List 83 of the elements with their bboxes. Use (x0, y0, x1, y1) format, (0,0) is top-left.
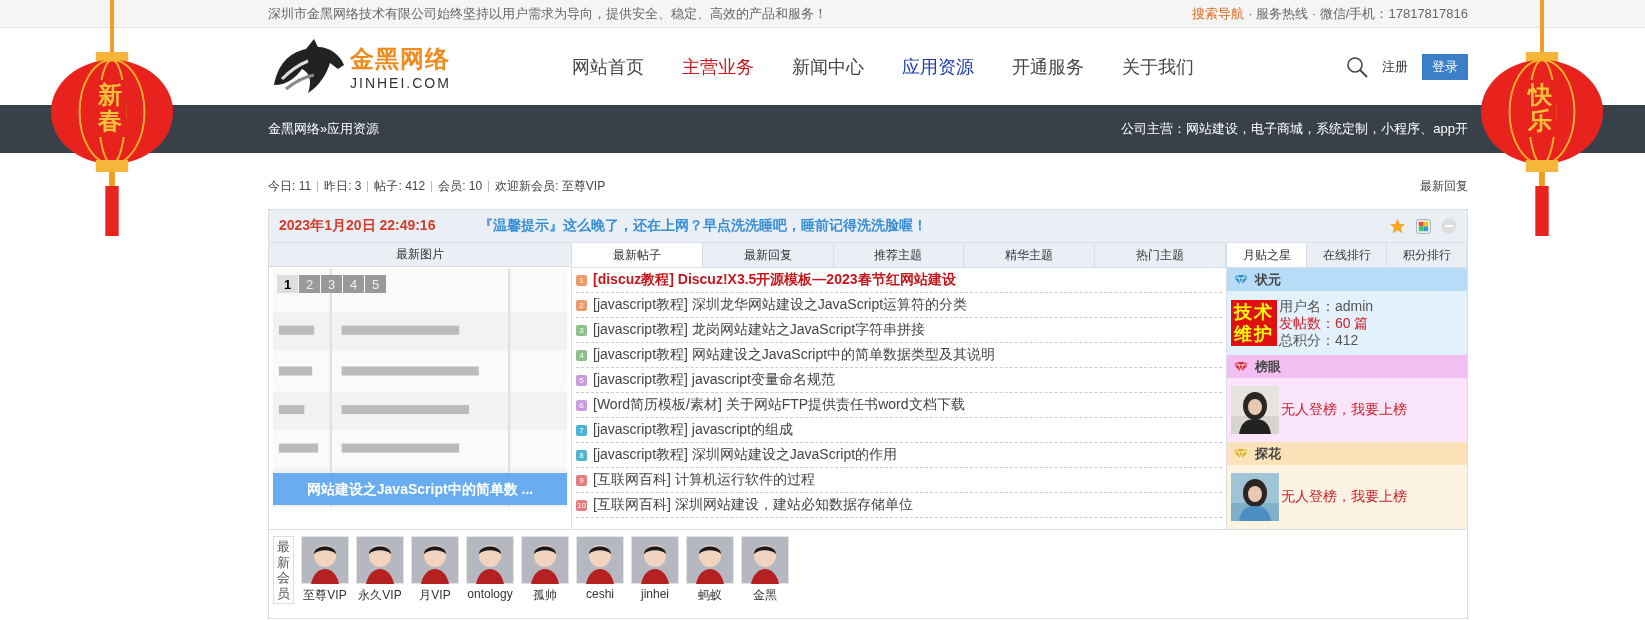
rank-title: 状元 (1255, 270, 1281, 289)
business-text: 公司主营：网站建设，电子商城，系统定制，小程序、app开 (1121, 120, 1468, 138)
avatar[interactable] (686, 536, 734, 584)
register-link[interactable]: 注册 (1382, 57, 1408, 76)
avatar[interactable] (576, 536, 624, 584)
notice-text: 『温馨提示』这么晚了，还在上网？早点洗洗睡吧，睡前记得洗洗脸喔！ (479, 217, 928, 235)
member-name[interactable]: 金黑 (753, 587, 777, 604)
avatar[interactable] (301, 536, 349, 584)
stat-text: 会员: 10 (438, 177, 483, 195)
login-button[interactable]: 登录 (1422, 53, 1468, 80)
member-name[interactable]: jinhei (641, 587, 669, 601)
nav-link[interactable]: 网站首页 (572, 54, 644, 79)
username-text: 用户名：admin (1279, 297, 1374, 315)
number-badge: 1 (576, 274, 587, 286)
number-badge: 6 (576, 399, 587, 411)
latest-reply-link[interactable]: 最新回复 (1420, 177, 1468, 195)
number-badge: 7 (576, 424, 587, 436)
stat-text: 今日: 11 (268, 177, 312, 195)
post-link[interactable]: [javascript教程] 深圳龙华网站建设之JavaScript运算符的分类 (593, 296, 968, 314)
number-badge: 3 (576, 324, 587, 336)
member-name[interactable]: 永久VIP (358, 587, 402, 604)
member-name[interactable]: 孤帅 (533, 587, 557, 604)
post-count-text: 发帖数：60 篇 (1279, 314, 1370, 332)
lantern-text: 快乐 (1524, 80, 1556, 137)
claim-link[interactable]: 无人登榜，我要上榜 (1281, 401, 1407, 419)
badge-image: 技术维护 (1231, 300, 1277, 346)
members-label: 最新会员 (273, 536, 294, 605)
lantern-text: 新春 (94, 80, 126, 137)
rank-title: 榜眼 (1255, 357, 1281, 376)
avatar[interactable] (741, 536, 789, 584)
gem-icon (1233, 273, 1249, 286)
number-badge: 4 (576, 349, 587, 361)
number-badge: 10 (576, 499, 587, 511)
number-badge: 2 (576, 299, 587, 311)
slide-caption: 网站建设之JavaScript中的简单数 ... (273, 473, 567, 505)
nav-link[interactable]: 应用资源 (902, 54, 974, 79)
post-link[interactable]: [javascript教程] javascript的组成 (593, 421, 793, 439)
number-badge: 9 (576, 474, 587, 486)
slide-page-button[interactable]: 1 (277, 275, 298, 293)
nav-link[interactable]: 关于我们 (1122, 54, 1194, 79)
post-link[interactable]: [互联网百科] 计算机运行软件的过程 (593, 471, 815, 489)
stat-text: 帖子: 412 (374, 177, 426, 195)
breadcrumb: 金黑网络»应用资源 (268, 120, 380, 138)
member-name[interactable]: ontology (467, 587, 513, 601)
tab[interactable]: 最新帖子 (572, 243, 703, 267)
rank-title: 探花 (1255, 444, 1281, 463)
logo-name: 金黑网络 (350, 43, 451, 74)
points-text: 总积分：412 (1279, 331, 1360, 349)
post-link[interactable]: [互联网百科] 深圳网站建设，建站必知数据存储单位 (593, 496, 913, 514)
member-name[interactable]: 至尊VIP (303, 587, 347, 604)
search-icon[interactable] (1346, 55, 1368, 78)
post-link[interactable]: [javascript教程] 网站建设之JavaScript中的简单数据类型及其说明 (593, 346, 996, 364)
post-link[interactable]: [Word简历模板/素材] 关于网站FTP提供责任书word文档下载 (593, 396, 965, 414)
post-link[interactable]: [javascript教程] 龙岗网站建站之JavaScript字符串拼接 (593, 321, 926, 339)
hotline-text: · 服务热线 · 微信/手机：17817817816 (1248, 5, 1468, 21)
number-badge: 8 (576, 449, 587, 461)
post-link[interactable]: [javascript教程] 深圳网站建设之JavaScript的作用 (593, 446, 898, 464)
nav-link[interactable]: 主营业务 (682, 54, 754, 79)
post-link[interactable]: [discuz教程] Discuz!X3.5开源模板—2023春节红网站建设 (593, 271, 956, 289)
post-link[interactable]: [javascript教程] javascript变量命名规范 (593, 371, 835, 389)
logo-domain: JINHEI.COM (350, 74, 451, 91)
gem-icon (1233, 447, 1249, 460)
avatar[interactable] (521, 536, 569, 584)
palette-icon[interactable] (1416, 218, 1431, 234)
section-header: 最新图片 (269, 243, 571, 267)
member-name[interactable]: ceshi (586, 587, 614, 601)
tab[interactable]: 月贴之星 (1227, 243, 1307, 267)
avatar[interactable] (631, 536, 679, 584)
stat-text: 欢迎新会员: 至尊VIP (495, 177, 606, 195)
datetime-text: 2023年1月20日 22:49:16 (279, 217, 437, 235)
stat-text: 昨日: 3 (324, 177, 362, 195)
member-name[interactable]: 蚂蚁 (698, 587, 722, 604)
number-badge: 5 (576, 374, 587, 386)
avatar[interactable] (466, 536, 514, 584)
gem-icon (1233, 360, 1249, 373)
star-icon[interactable] (1389, 217, 1406, 235)
nav-link[interactable]: 新闻中心 (792, 54, 864, 79)
claim-link[interactable]: 无人登榜，我要上榜 (1281, 488, 1407, 506)
nav-link[interactable]: 开通服务 (1012, 54, 1084, 79)
avatar[interactable] (411, 536, 459, 584)
member-name[interactable]: 月VIP (419, 587, 451, 604)
slogan-text: 深圳市金黑网络技术有限公司始终坚持以用户需求为导向，提供安全、稳定、高效的产品和服务！ (268, 4, 827, 23)
avatar[interactable] (356, 536, 404, 584)
